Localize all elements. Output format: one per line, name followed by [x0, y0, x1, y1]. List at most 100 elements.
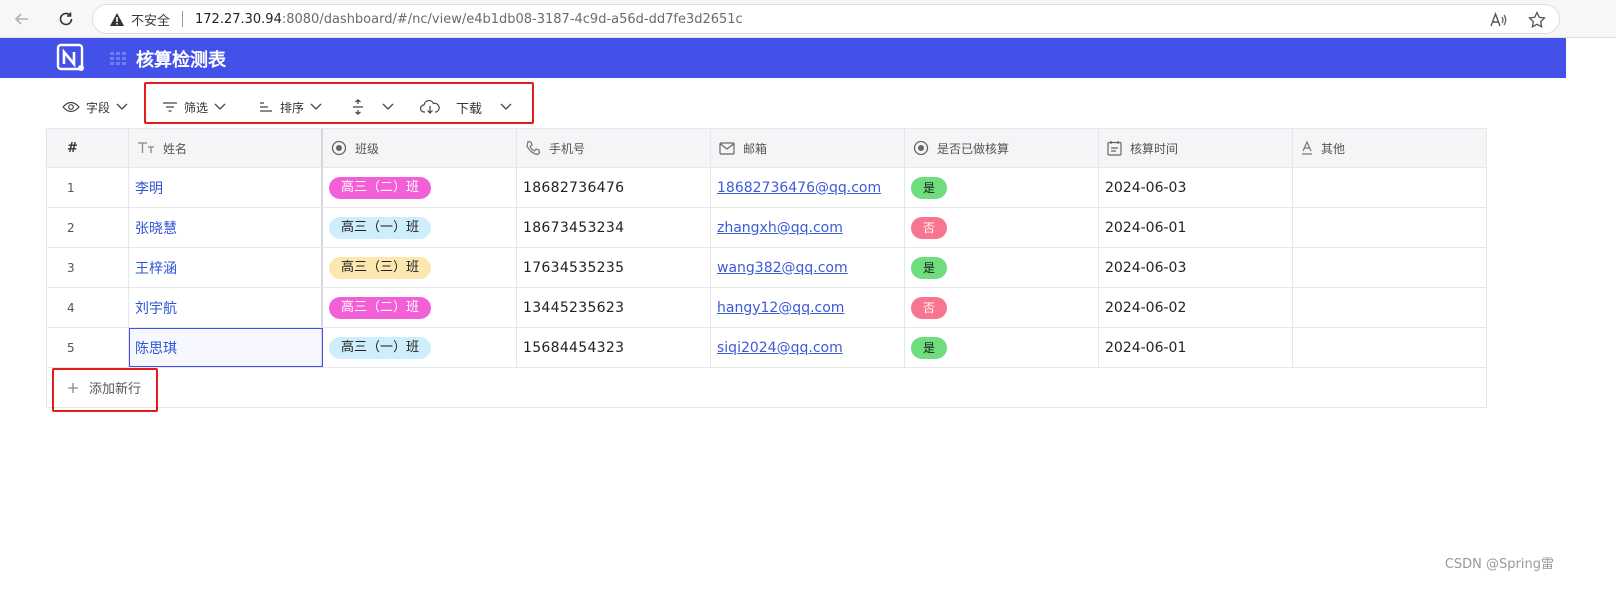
email-link[interactable]: hangy12@qq.com — [717, 300, 844, 316]
browser-toolbar: 不安全 172.27.30.94 :8080/dashboard/#/nc/vi… — [0, 0, 1616, 38]
cell-test-time[interactable]: 2024-06-02 — [1099, 288, 1293, 327]
cell-tested[interactable]: 否 — [905, 208, 1099, 247]
table-row[interactable]: 5 陈思琪 高三（一）班 15684454323 siqi2024@qq.com 是 202… — [47, 328, 1486, 368]
warning-icon[interactable] — [109, 11, 125, 27]
tested-badge: 否 — [911, 296, 948, 319]
watermark: CSDN @Spring雷 — [1444, 557, 1554, 572]
class-pill: 高三（二）班 — [329, 296, 432, 319]
fields-button[interactable]: 字段 — [62, 96, 128, 118]
filter-button[interactable]: 筛选 — [162, 96, 226, 118]
header-label: 邮箱 — [743, 141, 768, 156]
cell-class[interactable]: 高三（三）班 — [323, 248, 517, 287]
cell-name[interactable]: 李明 — [129, 168, 323, 207]
row-height-button[interactable] — [352, 96, 394, 118]
header-label: 核算时间 — [1130, 141, 1179, 156]
cell-email[interactable]: zhangxh@qq.com — [711, 208, 905, 247]
app-header: 核算检测表 — [0, 38, 1566, 78]
cell-tested[interactable]: 是 — [905, 328, 1099, 367]
name-text: 刘宇航 — [135, 300, 177, 317]
email-link[interactable]: 18682736476@qq.com — [717, 180, 881, 196]
email-link[interactable]: siqi2024@qq.com — [717, 340, 843, 356]
header-test-time[interactable]: 核算时间 — [1099, 129, 1293, 167]
cell-class[interactable]: 高三（二）班 — [323, 288, 517, 327]
single-select-icon — [913, 140, 929, 156]
cell-other[interactable] — [1293, 248, 1486, 287]
header-class[interactable]: 班级 — [323, 129, 517, 167]
cell-tested[interactable]: 是 — [905, 168, 1099, 207]
cell-phone[interactable]: 17634535235 — [517, 248, 711, 287]
add-row-button[interactable]: 添加新行 — [47, 368, 1486, 408]
email-link[interactable]: wang382@qq.com — [717, 260, 848, 276]
name-text: 陈思琪 — [135, 340, 177, 357]
read-aloud-icon[interactable] — [1489, 10, 1509, 30]
row-number-text: 3 — [67, 260, 75, 275]
address-bar[interactable]: 不安全 172.27.30.94 :8080/dashboard/#/nc/vi… — [92, 4, 1560, 34]
phone-icon — [526, 140, 541, 156]
text-type-icon — [138, 142, 154, 153]
filter-icon — [163, 102, 177, 112]
cell-class[interactable]: 高三（二）班 — [323, 168, 517, 207]
data-grid: # 姓名 班级 手机号 邮箱 是否已做核算 核算时间 其他 1 李明 高三（二）… — [46, 128, 1487, 408]
cell-email[interactable]: wang382@qq.com — [711, 248, 905, 287]
cell-class[interactable]: 高三（一）班 — [323, 208, 517, 247]
cell-email[interactable]: siqi2024@qq.com — [711, 328, 905, 367]
cell-phone[interactable]: 15684454323 — [517, 328, 711, 367]
table-row[interactable]: 4 刘宇航 高三（二）班 13445235623 hangy12@qq.com 否 2024… — [47, 288, 1486, 328]
table-row[interactable]: 1 李明 高三（二）班 18682736476 18682736476@qq.com 是 2… — [47, 168, 1486, 208]
cell-name[interactable]: 陈思琪 — [129, 328, 323, 367]
header-phone[interactable]: 手机号 — [517, 129, 711, 167]
download-button[interactable]: 下载 — [420, 96, 512, 118]
grid-body: 1 李明 高三（二）班 18682736476 18682736476@qq.com 是 2… — [47, 168, 1486, 368]
time-text: 2024-06-01 — [1105, 219, 1187, 236]
row-number: 2 — [47, 208, 129, 247]
table-row[interactable]: 2 张晓慧 高三（一）班 18673453234 zhangxh@qq.com 否 2024… — [47, 208, 1486, 248]
cell-test-time[interactable]: 2024-06-01 — [1099, 328, 1293, 367]
cell-test-time[interactable]: 2024-06-03 — [1099, 168, 1293, 207]
cell-other[interactable] — [1293, 208, 1486, 247]
cell-tested[interactable]: 否 — [905, 288, 1099, 327]
url-host: 172.27.30.94 — [195, 11, 282, 27]
cell-class[interactable]: 高三（一）班 — [323, 328, 517, 367]
nocodb-logo-icon[interactable] — [56, 43, 86, 73]
cell-name[interactable]: 王梓涵 — [129, 248, 323, 287]
cell-email[interactable]: 18682736476@qq.com — [711, 168, 905, 207]
cell-phone[interactable]: 18673453234 — [517, 208, 711, 247]
header-tested[interactable]: 是否已做核算 — [905, 129, 1099, 167]
calendar-icon — [1107, 141, 1122, 156]
chevron-down-icon — [310, 103, 322, 110]
mail-icon — [719, 141, 735, 155]
header-other[interactable]: 其他 — [1293, 129, 1486, 167]
cloud-download-icon — [420, 100, 440, 114]
tested-badge: 是 — [911, 336, 948, 359]
row-number-text: 5 — [67, 340, 75, 355]
reload-icon[interactable] — [54, 7, 78, 31]
phone-text: 17634535235 — [523, 259, 625, 276]
header-label: 姓名 — [163, 141, 188, 156]
header-name[interactable]: 姓名 — [129, 129, 323, 167]
cell-other[interactable] — [1293, 328, 1486, 367]
cell-phone[interactable]: 18682736476 — [517, 168, 711, 207]
cell-name[interactable]: 刘宇航 — [129, 288, 323, 327]
back-arrow-icon[interactable] — [10, 7, 34, 31]
cell-other[interactable] — [1293, 168, 1486, 207]
sort-button[interactable]: 排序 — [258, 96, 322, 118]
cell-phone[interactable]: 13445235623 — [517, 288, 711, 327]
cell-other[interactable] — [1293, 288, 1486, 327]
cell-name[interactable]: 张晓慧 — [129, 208, 323, 247]
right-edge-strip — [1566, 38, 1616, 88]
cell-email[interactable]: hangy12@qq.com — [711, 288, 905, 327]
favorite-star-icon[interactable] — [1527, 10, 1547, 30]
header-label: 其他 — [1321, 141, 1346, 156]
tested-badge: 是 — [911, 256, 948, 279]
class-pill: 高三（二）班 — [329, 176, 432, 199]
cell-tested[interactable]: 是 — [905, 248, 1099, 287]
email-link[interactable]: zhangxh@qq.com — [717, 220, 843, 236]
header-label: # — [67, 140, 78, 156]
cell-test-time[interactable]: 2024-06-03 — [1099, 248, 1293, 287]
table-row[interactable]: 3 王梓涵 高三（三）班 17634535235 wang382@qq.com 是 2024… — [47, 248, 1486, 288]
header-email[interactable]: 邮箱 — [711, 129, 905, 167]
cell-test-time[interactable]: 2024-06-01 — [1099, 208, 1293, 247]
plus-icon — [68, 382, 78, 393]
address-separator — [182, 11, 184, 27]
class-pill: 高三（一）班 — [329, 336, 432, 359]
